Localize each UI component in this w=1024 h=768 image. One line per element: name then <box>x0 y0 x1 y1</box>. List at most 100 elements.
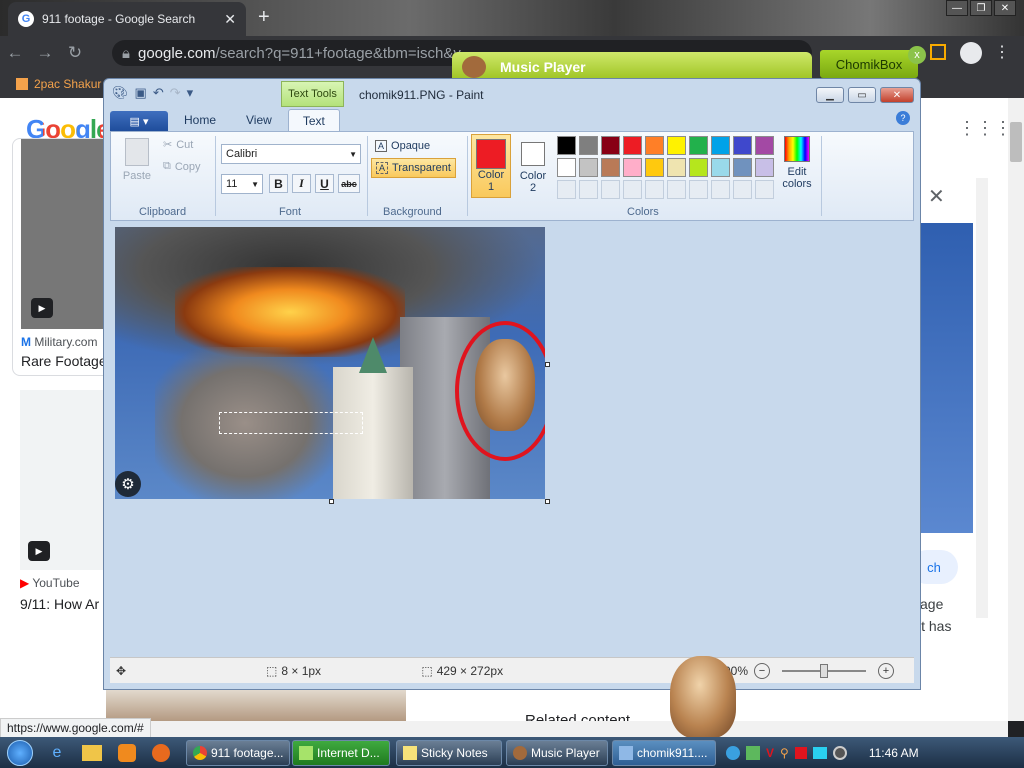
tab-close-icon[interactable]: ✕ <box>224 11 236 28</box>
preview-scrollbar[interactable] <box>976 178 988 618</box>
underline-button[interactable]: U <box>315 174 334 193</box>
start-button[interactable] <box>0 737 40 768</box>
ie-icon[interactable]: e <box>40 744 74 762</box>
empty-color-swatch[interactable] <box>623 180 642 199</box>
preview-close-icon[interactable]: ✕ <box>928 184 945 209</box>
apps-grid-icon[interactable]: ⋮⋮⋮ <box>958 118 1012 139</box>
color-swatch[interactable] <box>601 158 620 177</box>
color-swatch[interactable] <box>623 158 642 177</box>
close-icon[interactable]: ✕ <box>880 87 914 103</box>
italic-button[interactable]: I <box>292 174 311 193</box>
result-card-1[interactable]: ▶ M Military.com Rare Footage <box>12 138 113 376</box>
color-swatch[interactable] <box>711 158 730 177</box>
result-title[interactable]: Rare Footage <box>21 353 107 369</box>
opaque-option[interactable]: A Opaque <box>371 136 434 156</box>
bold-button[interactable]: B <box>269 174 288 193</box>
tray-flag-icon[interactable] <box>794 746 807 759</box>
help-icon[interactable]: ? <box>896 111 910 125</box>
transparent-option[interactable]: A Transparent <box>371 158 456 178</box>
taskbar-clock[interactable]: 11:46 AM <box>869 746 919 760</box>
zoom-slider[interactable] <box>782 663 866 678</box>
customize-qat-icon[interactable]: ▾ <box>187 85 194 101</box>
color-swatch[interactable] <box>733 136 752 155</box>
tray-search-icon[interactable]: ⚲ <box>780 746 789 760</box>
strikethrough-button[interactable]: abc <box>338 174 360 193</box>
extension-icon[interactable] <box>930 44 946 60</box>
tab-google-search[interactable]: G 911 footage - Google Search ✕ <box>8 2 246 36</box>
empty-color-swatch[interactable] <box>667 180 686 199</box>
color-swatch[interactable] <box>733 158 752 177</box>
empty-color-swatch[interactable] <box>711 180 730 199</box>
color-swatch[interactable] <box>689 136 708 155</box>
color1-button[interactable]: Color 1 <box>471 134 511 198</box>
tab-text[interactable]: Text <box>287 109 340 131</box>
taskbar-item-internet-download[interactable]: Internet D... <box>292 739 390 766</box>
tray-volume-icon[interactable] <box>832 745 847 760</box>
paint-titlebar[interactable] <box>104 79 920 109</box>
restore-icon[interactable]: ❐ <box>970 0 992 16</box>
color-swatch[interactable] <box>579 136 598 155</box>
explorer-icon[interactable] <box>82 744 102 761</box>
color-swatch[interactable] <box>755 158 774 177</box>
zoom-out-icon[interactable]: − <box>754 662 770 679</box>
file-menu-button[interactable]: ▤ ▾ <box>110 111 168 131</box>
tray-network-icon[interactable] <box>746 745 760 760</box>
taskbar-item-sticky-notes[interactable]: Sticky Notes <box>396 739 502 766</box>
font-family-select[interactable]: Calibri ▼ <box>221 144 361 164</box>
zoom-in-icon[interactable]: + <box>878 662 894 679</box>
empty-color-swatch[interactable] <box>645 180 664 199</box>
horizontal-scrollbar[interactable] <box>0 721 1008 737</box>
color-swatch[interactable] <box>601 136 620 155</box>
font-size-select[interactable]: 11 ▼ <box>221 174 263 194</box>
taskbar-item-paint[interactable]: chomik911.... <box>612 739 716 766</box>
gear-overlay-icon[interactable]: ⚙ <box>115 471 141 497</box>
page-scrollbar[interactable] <box>1008 98 1024 721</box>
cut-button[interactable]: ✂ Cut <box>163 138 193 152</box>
hamster-mascot[interactable] <box>670 656 736 738</box>
tab-home[interactable]: Home <box>170 109 230 131</box>
empty-color-swatch[interactable] <box>689 180 708 199</box>
tray-antivirus-icon[interactable]: V <box>766 746 774 760</box>
media-player-icon[interactable] <box>118 743 136 762</box>
chomikbox-close-icon[interactable]: x <box>908 46 926 64</box>
empty-color-swatch[interactable] <box>557 180 576 199</box>
resize-handle-corner[interactable] <box>545 499 550 504</box>
tray-globe-icon[interactable] <box>726 745 740 760</box>
color-swatch[interactable] <box>623 136 642 155</box>
reload-icon[interactable]: ↻ <box>60 43 90 63</box>
taskbar-item-music-player[interactable]: Music Player <box>506 739 608 766</box>
close-icon[interactable]: ✕ <box>994 0 1016 16</box>
copy-button[interactable]: ⧉ Copy <box>163 160 201 173</box>
paint-app-icon[interactable]: 🎨︎ <box>112 85 129 101</box>
undo-icon[interactable]: ↶ <box>153 85 164 101</box>
tab-view[interactable]: View <box>232 109 286 131</box>
back-icon[interactable]: ← <box>0 43 30 63</box>
color-swatch[interactable] <box>711 136 730 155</box>
maximize-icon[interactable]: ▭ <box>848 87 876 103</box>
color-swatch[interactable] <box>579 158 598 177</box>
resize-handle-right[interactable] <box>545 362 550 367</box>
forward-icon[interactable]: → <box>30 43 60 63</box>
empty-color-swatch[interactable] <box>601 180 620 199</box>
page-scroll-thumb[interactable] <box>1010 122 1022 162</box>
color2-button[interactable]: Color 2 <box>515 134 551 198</box>
empty-color-swatch[interactable] <box>579 180 598 199</box>
menu-dots-icon[interactable]: ⋮ <box>994 42 1010 62</box>
paste-button[interactable]: Paste <box>119 138 155 186</box>
taskbar-item-chrome[interactable]: 911 footage... <box>186 739 290 766</box>
chomikbox-button[interactable]: ChomikBox <box>820 50 918 78</box>
tray-display-icon[interactable] <box>812 746 827 759</box>
minimize-icon[interactable]: — <box>946 0 968 16</box>
color-swatch[interactable] <box>667 136 686 155</box>
color-swatch[interactable] <box>667 158 686 177</box>
result-title[interactable]: 9/11: How Ar <box>20 596 99 612</box>
color-swatch[interactable] <box>645 158 664 177</box>
redo-icon[interactable]: ↷ <box>170 85 181 101</box>
save-icon[interactable]: ▣ <box>135 85 147 101</box>
color-swatch[interactable] <box>557 136 576 155</box>
empty-color-swatch[interactable] <box>755 180 774 199</box>
new-tab-button[interactable]: + <box>258 6 270 29</box>
resize-handle-bottom[interactable] <box>329 499 334 504</box>
bookmark-2pac[interactable]: 2pac Shakur <box>34 77 101 91</box>
firefox-icon[interactable] <box>152 743 170 762</box>
